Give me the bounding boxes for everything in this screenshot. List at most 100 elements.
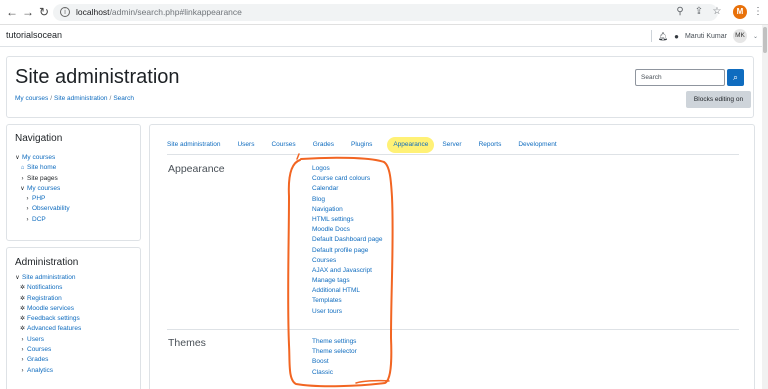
back-arrow-icon[interactable]: ← [5,5,19,19]
settings-link-manage-tags[interactable]: Manage tags [312,276,382,286]
gear-icon: ✲ [19,295,26,302]
gear-icon: ✲ [19,316,26,323]
share-icon[interactable]: ⇪ [693,5,705,19]
nav-item-site-home[interactable]: ⌂ Site home [13,163,70,173]
search-button[interactable]: ⌕ [727,69,744,86]
bell-icon[interactable]: 🔔︎ [658,32,668,41]
reload-icon[interactable]: ↻ [37,5,51,19]
page-scrollbar[interactable] [762,25,768,389]
breadcrumb-site-administration[interactable]: Site administration [54,95,107,102]
zoom-icon[interactable]: ⚲ [674,5,686,19]
url-host: localhost [76,7,110,17]
breadcrumb-search[interactable]: Search [113,95,134,102]
tab-reports[interactable]: Reports [479,137,509,153]
site-brand[interactable]: tutorialsocean [6,30,62,40]
chevron-right-icon: › [21,367,24,374]
nav-item-label: DCP [32,215,46,223]
admin-tabs: Site administration Users Courses Grades Plu… [167,137,574,153]
settings-link-courses[interactable]: Courses [312,256,382,266]
browser-menu-icon[interactable]: ⋮ [752,5,764,19]
chevron-down-icon: ∨ [15,155,20,161]
blocks-editing-button[interactable]: Blocks editing on [686,91,751,108]
settings-link-navigation[interactable]: Navigation [312,205,382,215]
tab-users[interactable]: Users [237,137,261,153]
admin-item-label: Registration [27,294,62,302]
admin-item-notifications[interactable]: ✲ Notifications [13,283,81,293]
settings-link-templates[interactable]: Templates [312,296,382,306]
breadcrumb-my-courses[interactable]: My courses [15,95,48,102]
site-navbar: tutorialsocean 🔔︎ ● Maruti Kumar MK ⌄ [0,25,762,47]
settings-link-course-card-colours[interactable]: Course card colours [312,174,382,184]
administration-block-title: Administration [15,257,79,268]
user-avatar[interactable]: MK [732,29,747,43]
admin-item-analytics[interactable]: › Analytics [13,366,81,376]
admin-item-label: Courses [27,346,52,354]
settings-link-theme-selector[interactable]: Theme selector [312,347,357,357]
tab-server[interactable]: Server [442,137,468,153]
admin-item-users[interactable]: › Users [13,335,81,345]
nav-item-label: My courses [22,154,56,161]
nav-item-my-courses[interactable]: ∨ My courses [13,153,70,163]
scrollbar-thumb[interactable] [763,27,767,53]
admin-search-input[interactable]: Search [635,69,725,86]
user-menu-chevron-down-icon[interactable]: ⌄ [753,33,758,40]
tab-grades[interactable]: Grades [313,137,341,153]
settings-link-moodle-docs[interactable]: Moodle Docs [312,225,382,235]
nav-item-dcp[interactable]: › DCP [13,215,70,225]
tab-site-administration[interactable]: Site administration [167,137,227,153]
settings-link-html-settings[interactable]: HTML settings [312,215,382,225]
admin-item-label: Notifications [27,284,63,292]
nav-item-site-pages[interactable]: › Site pages [13,174,70,184]
admin-item-label: Moodle services [27,304,74,312]
settings-link-theme-settings[interactable]: Theme settings [312,337,357,347]
admin-item-site-administration[interactable]: ∨ Site administration [13,273,81,283]
message-icon[interactable]: ● [674,32,679,41]
settings-link-logos[interactable]: Logos [312,164,382,174]
settings-link-ajax-and-javascript[interactable]: AJAX and Javascript [312,266,382,276]
breadcrumb: My courses / Site administration / Search [15,95,134,102]
section-title-themes: Themes [168,337,206,349]
chevron-right-icon: › [21,175,24,182]
nav-item-my-courses[interactable]: ∨ My courses [13,184,70,194]
site-info-icon[interactable]: i [60,7,70,17]
bookmark-star-icon[interactable]: ☆ [711,5,723,19]
admin-item-grades[interactable]: › Grades [13,355,81,365]
chevron-right-icon: › [21,336,24,343]
address-bar[interactable]: i localhost/admin/search.php#linkappeara… [53,4,718,21]
admin-item-registration[interactable]: ✲ Registration [13,294,81,304]
section-divider [167,329,739,330]
settings-link-additional-html[interactable]: Additional HTML [312,286,382,296]
browser-profile-avatar[interactable]: M [733,5,747,19]
navbar-divider [650,30,652,42]
tab-plugins[interactable]: Plugins [351,137,379,153]
admin-item-advanced-features[interactable]: ✲ Advanced features [13,324,81,334]
nav-item-observability[interactable]: › Observability [13,204,70,214]
forward-arrow-icon[interactable]: → [21,5,35,19]
admin-item-moodle-services[interactable]: ✲ Moodle services [13,304,81,314]
tab-courses[interactable]: Courses [271,137,302,153]
admin-item-label: Analytics [27,366,54,374]
browser-toolbar: ← → ↻ i localhost/admin/search.php#linka… [0,0,768,25]
chevron-right-icon: › [21,347,24,354]
settings-link-calendar[interactable]: Calendar [312,184,382,194]
settings-link-boost[interactable]: Boost [312,357,357,367]
settings-link-blog[interactable]: Blog [312,195,382,205]
admin-item-label: Grades [27,356,49,364]
nav-item-php[interactable]: › PHP [13,194,70,204]
settings-link-user-tours[interactable]: User tours [312,307,382,317]
navigation-tree: ∨ My courses ⌂ Site home › Site pages ∨ My cour… [13,153,70,225]
nav-item-label: Observability [32,205,70,213]
admin-item-feedback-settings[interactable]: ✲ Feedback settings [13,314,81,324]
tab-appearance[interactable]: Appearance [387,137,435,153]
settings-link-classic[interactable]: Classic [312,368,357,378]
admin-item-label: Site administration [22,274,76,281]
tab-development[interactable]: Development [518,137,563,153]
admin-item-courses[interactable]: › Courses [13,345,81,355]
settings-link-default-dashboard-page[interactable]: Default Dashboard page [312,235,382,245]
gear-icon: ✲ [19,285,26,292]
chevron-right-icon: › [26,206,29,213]
user-name[interactable]: Maruti Kumar [685,33,727,40]
settings-link-default-profile-page[interactable]: Default profile page [312,246,382,256]
breadcrumb-divider: / [109,95,112,102]
gear-icon: ✲ [19,305,26,312]
